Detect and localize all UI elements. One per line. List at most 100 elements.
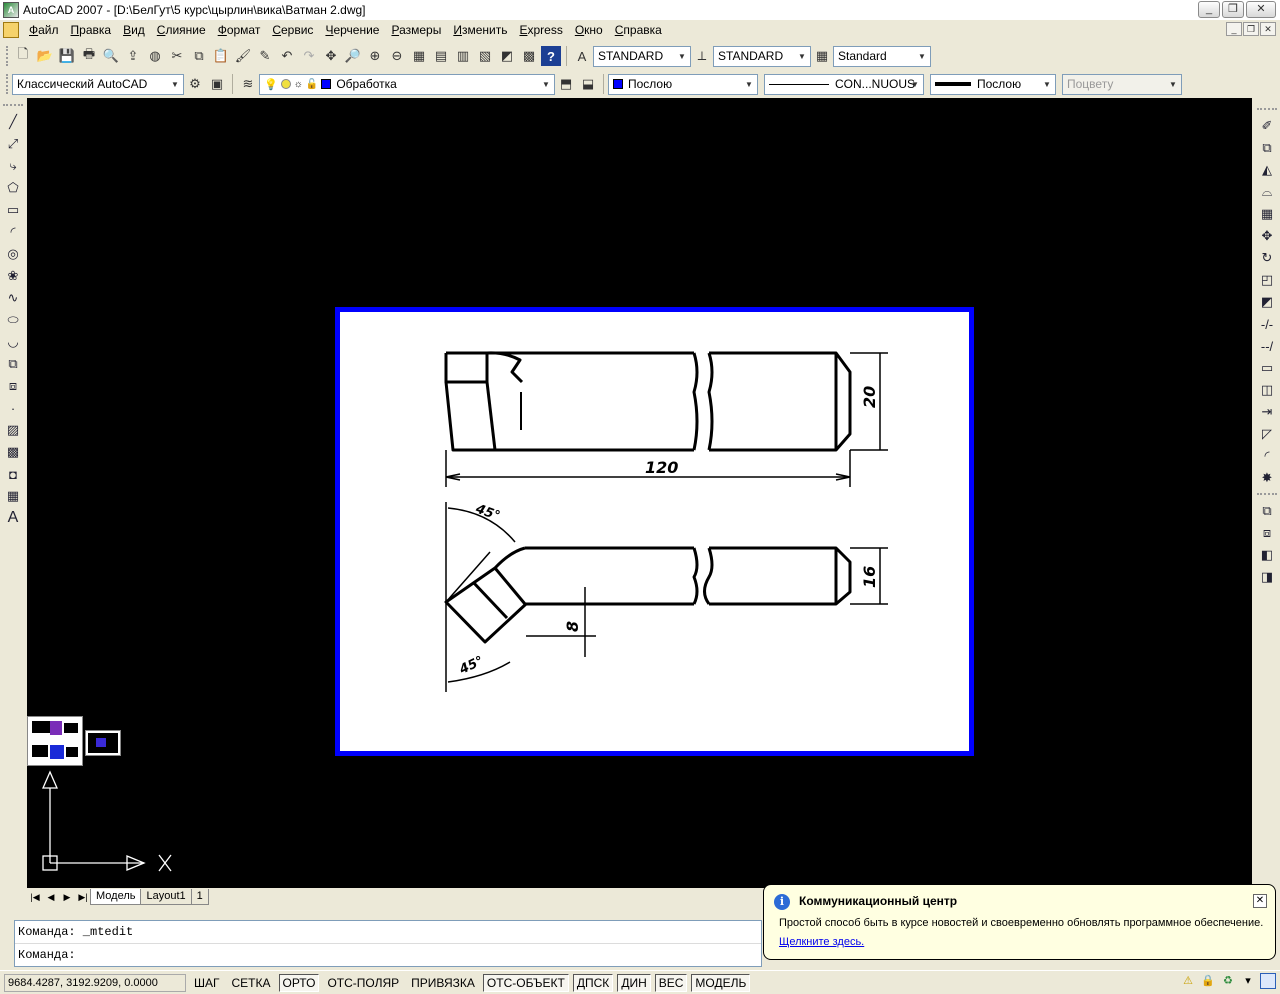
- print-icon[interactable]: 🖶: [79, 46, 99, 66]
- doc-minimize-button[interactable]: _: [1226, 22, 1242, 36]
- zoom-window-icon[interactable]: ⊕: [365, 46, 385, 66]
- toolbar-grip[interactable]: [6, 74, 9, 94]
- osnap-toggle[interactable]: ПРИВЯЗКА: [407, 974, 479, 992]
- arc-icon[interactable]: ◜: [0, 221, 26, 243]
- last-tab-icon[interactable]: ▶|: [75, 890, 91, 904]
- 3d-dwf-icon[interactable]: ◍: [145, 46, 165, 66]
- xref-icon[interactable]: ♻: [1220, 973, 1236, 989]
- thumbnail-2[interactable]: [85, 730, 121, 756]
- properties-icon[interactable]: ▦: [409, 46, 429, 66]
- autocad-app-icon[interactable]: A: [3, 2, 19, 18]
- model-toggle[interactable]: МОДЕЛЬ: [691, 973, 751, 992]
- text-style-icon[interactable]: A: [572, 46, 592, 66]
- trim-icon[interactable]: -/-: [1254, 313, 1280, 335]
- tool-palettes-icon[interactable]: ▥: [453, 46, 473, 66]
- mirror-icon[interactable]: ◭: [1254, 159, 1280, 181]
- drawing-canvas[interactable]: 120 20 16 8 45° 45°: [27, 98, 1252, 888]
- layer-dropdown[interactable]: 💡 ☼ 🔓 Обработка ▼: [259, 73, 555, 95]
- draw-order-front-icon[interactable]: ⧉: [1254, 500, 1280, 522]
- spline-icon[interactable]: ∿: [0, 287, 26, 309]
- dim-style-icon[interactable]: ⟂: [692, 46, 712, 66]
- layer-manager-icon[interactable]: ≋: [238, 74, 258, 94]
- make-current-layer-icon[interactable]: ⬒: [556, 74, 576, 94]
- insert-block-icon[interactable]: ⧉: [0, 353, 26, 375]
- zoom-realtime-icon[interactable]: 🔎: [343, 46, 363, 66]
- polyline-icon[interactable]: ⤷: [0, 155, 26, 177]
- menu-draw[interactable]: Черчение: [319, 23, 385, 37]
- ellipse-icon[interactable]: ⬭: [0, 309, 26, 331]
- make-block-icon[interactable]: ⧈: [0, 375, 26, 397]
- design-center-icon[interactable]: ▤: [431, 46, 451, 66]
- line-icon[interactable]: ╱: [0, 111, 26, 133]
- block-editor-icon[interactable]: ✎: [255, 46, 275, 66]
- menu-merge[interactable]: Слияние: [151, 23, 212, 37]
- new-icon[interactable]: 🗋: [13, 46, 33, 66]
- tab-layout-1[interactable]: 1: [190, 889, 209, 905]
- offset-icon[interactable]: ⌓: [1254, 181, 1280, 203]
- calculator-icon[interactable]: ▩: [519, 46, 539, 66]
- multiline-text-icon[interactable]: A: [0, 507, 26, 529]
- table-style-icon[interactable]: ▦: [812, 46, 832, 66]
- next-tab-icon[interactable]: ▶: [59, 890, 75, 904]
- menu-format[interactable]: Формат: [212, 23, 267, 37]
- circle-icon[interactable]: ◎: [0, 243, 26, 265]
- color-dropdown[interactable]: Послою ▼: [608, 73, 758, 95]
- comm-center-icon[interactable]: ⚠: [1180, 973, 1196, 989]
- doc-restore-button[interactable]: ❐: [1243, 22, 1259, 36]
- redo-icon[interactable]: ↷: [299, 46, 319, 66]
- paste-icon[interactable]: 📋: [211, 46, 231, 66]
- doc-close-button[interactable]: ✕: [1260, 22, 1276, 36]
- menu-file[interactable]: Файл: [23, 23, 65, 37]
- table-style-dropdown[interactable]: Standard ▼: [833, 45, 931, 67]
- document-icon[interactable]: [3, 22, 19, 38]
- first-tab-icon[interactable]: |◀: [27, 890, 43, 904]
- copy-icon[interactable]: ⧉: [189, 46, 209, 66]
- menu-modify[interactable]: Изменить: [447, 23, 513, 37]
- drawing-sheet[interactable]: 120 20 16 8 45° 45°: [335, 307, 974, 756]
- menu-view[interactable]: Вид: [117, 23, 151, 37]
- menu-window[interactable]: Окно: [569, 23, 609, 37]
- open-icon[interactable]: 📂: [35, 46, 55, 66]
- polar-toggle[interactable]: ОТС-ПОЛЯР: [323, 974, 403, 992]
- draw-order-back-icon[interactable]: ⧈: [1254, 522, 1280, 544]
- rectangle-icon[interactable]: ▭: [0, 199, 26, 221]
- array-icon[interactable]: ▦: [1254, 203, 1280, 225]
- grid-toggle[interactable]: СЕТКА: [228, 974, 275, 992]
- clean-screen-icon[interactable]: [1260, 973, 1276, 989]
- menu-edit[interactable]: Правка: [65, 23, 118, 37]
- move-icon[interactable]: ✥: [1254, 225, 1280, 247]
- copy-object-icon[interactable]: ⧉: [1254, 137, 1280, 159]
- snap-toggle[interactable]: ШАГ: [190, 974, 224, 992]
- break-at-point-icon[interactable]: ▭: [1254, 357, 1280, 379]
- polygon-icon[interactable]: ⬠: [0, 177, 26, 199]
- table-icon[interactable]: ▦: [0, 485, 26, 507]
- lineweight-dropdown[interactable]: Послою ▼: [930, 73, 1056, 95]
- pan-icon[interactable]: ✥: [321, 46, 341, 66]
- region-icon[interactable]: ◘: [0, 463, 26, 485]
- tab-layout1[interactable]: Layout1: [140, 889, 192, 905]
- balloon-close-button[interactable]: ✕: [1253, 894, 1267, 908]
- workspace-settings-icon[interactable]: ⚙: [185, 74, 205, 94]
- otrack-toggle[interactable]: ОТС-ОБЪЕКТ: [482, 973, 569, 992]
- draw-order-above-icon[interactable]: ◧: [1254, 544, 1280, 566]
- maximize-button[interactable]: ❐: [1222, 1, 1244, 18]
- menu-dimension[interactable]: Размеры: [385, 23, 447, 37]
- thumbnail-1[interactable]: [27, 716, 83, 766]
- fillet-icon[interactable]: ◜: [1254, 445, 1280, 467]
- minimize-button[interactable]: _: [1198, 1, 1220, 18]
- chamfer-icon[interactable]: ◸: [1254, 423, 1280, 445]
- zoom-previous-icon[interactable]: ⊖: [387, 46, 407, 66]
- ortho-toggle[interactable]: ОРТО: [278, 973, 320, 992]
- toolbar-grip[interactable]: [6, 46, 9, 66]
- status-menu-icon[interactable]: ▾: [1240, 973, 1256, 989]
- explode-icon[interactable]: ✸: [1254, 467, 1280, 489]
- stretch-icon[interactable]: ◩: [1254, 291, 1280, 313]
- menu-help[interactable]: Справка: [609, 23, 668, 37]
- balloon-link[interactable]: Щелкните здесь.: [779, 936, 864, 948]
- lwt-toggle[interactable]: ВЕС: [654, 973, 688, 992]
- markup-icon[interactable]: ◩: [497, 46, 517, 66]
- ellipse-arc-icon[interactable]: ◡: [0, 331, 26, 353]
- close-button[interactable]: ✕: [1246, 1, 1276, 18]
- scale-icon[interactable]: ◰: [1254, 269, 1280, 291]
- help-icon[interactable]: ?: [541, 46, 561, 66]
